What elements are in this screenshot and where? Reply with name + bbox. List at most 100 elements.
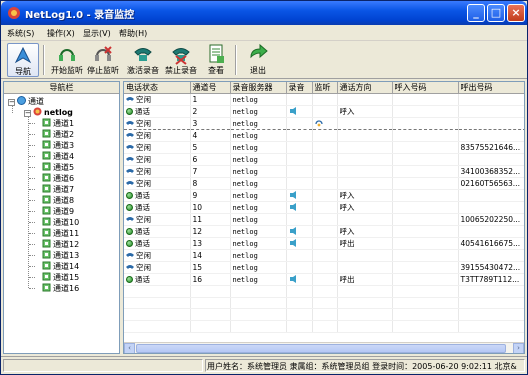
start-monitor-button[interactable]: 开始监听 — [49, 43, 85, 77]
activate-record-button[interactable]: 激活录音 — [125, 43, 161, 77]
col-direction[interactable]: 通话方向 — [337, 82, 393, 94]
tree-line — [29, 211, 35, 212]
collapse-icon[interactable]: − — [24, 110, 31, 117]
table-row[interactable]: 空闲 7 netlog 34100368352... — [124, 165, 524, 178]
stop-monitor-button[interactable]: 停止监听 — [85, 43, 121, 77]
menu-operate[interactable]: 操作(X) — [47, 28, 75, 39]
tree-channel-node[interactable]: 通道4 — [29, 151, 74, 161]
channel-icon — [42, 272, 51, 281]
tree-channel-node[interactable]: 通道14 — [29, 261, 79, 271]
tree-line — [29, 167, 35, 168]
stop-monitor-label: 停止监听 — [87, 66, 119, 75]
cell-record — [286, 165, 313, 178]
status-text: 空闲 — [136, 155, 151, 164]
channel-icon — [42, 239, 51, 248]
tree-channel-label: 通道5 — [53, 163, 75, 172]
table-row[interactable]: 空闲 6 netlog — [124, 153, 524, 166]
cell-record — [286, 177, 313, 190]
table-row[interactable]: 空闲 14 netlog — [124, 249, 524, 262]
tree-root-node[interactable]: − 通道 — [8, 96, 44, 106]
start-monitor-label: 开始监听 — [51, 66, 83, 75]
tree-channel-node[interactable]: 通道7 — [29, 184, 74, 194]
channel-icon — [42, 162, 51, 171]
cell-status: 空闲 — [124, 141, 191, 154]
idle-phone-icon — [126, 169, 134, 173]
idle-phone-icon — [126, 181, 134, 185]
scroll-right-button[interactable]: › — [513, 343, 524, 353]
close-button[interactable]: × — [507, 4, 525, 22]
table-row[interactable]: 空闲 8 netlog 02160T56563... — [124, 177, 524, 190]
cell-server: netlog — [230, 129, 287, 142]
tree-channel-label: 通道9 — [53, 207, 75, 216]
col-phone-status[interactable]: 电话状态 — [124, 82, 191, 94]
col-monitor[interactable]: 监听 — [312, 82, 338, 94]
table-row[interactable]: 空闲 5 netlog 83575521646... — [124, 141, 524, 154]
cell-record — [286, 261, 313, 274]
menu-help[interactable]: 帮助(H) — [119, 28, 147, 39]
status-text: 通话 — [135, 107, 150, 116]
table-row[interactable]: 通话 13 netlog 呼出 40541616675... — [124, 237, 524, 250]
table-row[interactable]: 空闲 3 netlog — [124, 117, 524, 130]
tree-channel-node[interactable]: 通道6 — [29, 173, 74, 183]
tree-channel-node[interactable]: 通道3 — [29, 140, 74, 150]
collapse-icon[interactable]: − — [8, 99, 15, 106]
tree-channel-node[interactable]: 通道10 — [29, 217, 79, 227]
disable-record-button[interactable]: 禁止录音 — [163, 43, 199, 77]
tree-channel-node[interactable]: 通道2 — [29, 129, 74, 139]
col-record[interactable]: 录音 — [286, 82, 313, 94]
phone-record-icon — [134, 48, 152, 61]
status-text: 通话 — [135, 275, 150, 284]
tree-channel-node[interactable]: 通道9 — [29, 206, 75, 216]
table-row[interactable]: 通话 9 netlog 呼入 — [124, 189, 524, 202]
table-row[interactable]: 通话 12 netlog 呼入 — [124, 225, 524, 238]
col-incoming[interactable]: 呼入号码 — [392, 82, 459, 94]
view-button[interactable]: 查看 — [203, 43, 229, 77]
scroll-left-button[interactable]: ‹ — [124, 343, 135, 353]
cell-status: 通话 — [124, 189, 191, 202]
tree-channel-node[interactable]: 通道11 — [29, 228, 79, 238]
nav-button[interactable]: 导航 — [7, 43, 39, 77]
tree-channel-node[interactable]: 通道5 — [29, 162, 75, 172]
tree-channel-node[interactable]: 通道8 — [29, 195, 74, 205]
table-row[interactable]: 通话 16 netlog 呼出 T3TT789T112... — [124, 273, 524, 286]
cell-record — [286, 225, 313, 238]
table-row[interactable]: 空闲 11 netlog 10065202250... — [124, 213, 524, 226]
cell-channel: 15 — [190, 261, 231, 274]
tree-line — [29, 288, 35, 289]
table-row[interactable]: 空闲 1 netlog — [124, 93, 524, 106]
maximize-button[interactable]: □ — [487, 4, 505, 22]
col-outgoing[interactable]: 呼出号码 — [458, 82, 524, 94]
cell-monitor — [312, 273, 338, 286]
cell-server: netlog — [230, 117, 287, 130]
tree-channel-node[interactable]: 通道13 — [29, 250, 79, 260]
talking-status-icon — [126, 108, 133, 115]
status-text: 通话 — [135, 191, 150, 200]
tree-server-node[interactable]: − netlog — [24, 107, 73, 117]
table-row[interactable]: 通话 2 netlog 呼入 — [124, 105, 524, 118]
cell-server: netlog — [230, 141, 287, 154]
monitor-active-icon — [314, 119, 323, 126]
cell-status: 空闲 — [124, 153, 191, 166]
minimize-button[interactable]: _ — [467, 4, 485, 22]
cell-record — [286, 153, 313, 166]
cell-direction — [337, 213, 393, 226]
tree-channel-node[interactable]: 通道12 — [29, 239, 79, 249]
title-bar[interactable]: NetLog1.0 - 录音监控 _ □ × — [1, 1, 527, 25]
table-row[interactable]: 空闲 4 netlog — [124, 129, 524, 142]
cell-direction: 呼入 — [337, 105, 393, 118]
table-header: 电话状态 通道号 录音服务器 录音 监听 通话方向 呼入号码 呼出号码 — [124, 82, 524, 94]
cell-incoming — [392, 273, 459, 286]
tree-channel-node[interactable]: 通道15 — [29, 272, 79, 282]
menu-view[interactable]: 显示(V) — [83, 28, 111, 39]
cell-direction — [337, 129, 393, 142]
col-record-server[interactable]: 录音服务器 — [230, 82, 287, 94]
tree-channel-node[interactable]: 通道16 — [29, 283, 79, 293]
table-row[interactable]: 通话 10 netlog 呼入 — [124, 201, 524, 214]
exit-button[interactable]: 退出 — [245, 43, 271, 77]
scroll-thumb[interactable] — [136, 344, 506, 353]
horizontal-scrollbar[interactable]: ‹ › — [124, 342, 524, 353]
table-row[interactable]: 空闲 15 netlog 39155430472... — [124, 261, 524, 274]
menu-system[interactable]: 系统(S) — [7, 28, 34, 39]
tree-channel-node[interactable]: 通道1 — [29, 118, 74, 128]
col-channel[interactable]: 通道号 — [190, 82, 231, 94]
